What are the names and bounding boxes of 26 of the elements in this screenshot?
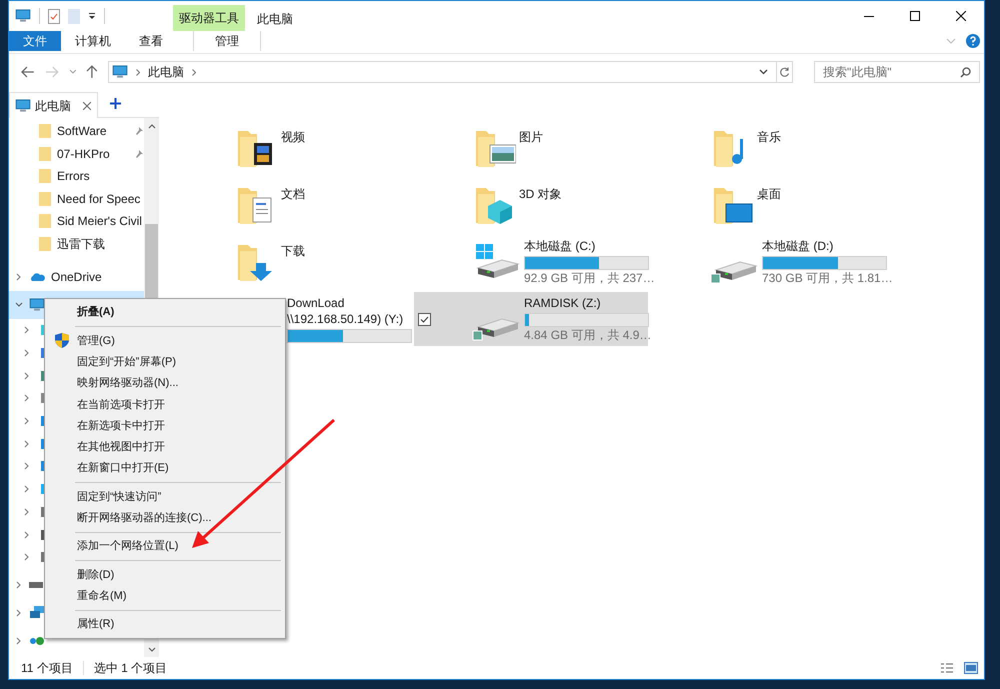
drive-name: DownLoad <box>287 296 346 310</box>
drive-name: 本地磁盘 (D:) <box>762 238 834 254</box>
drive-name: RAMDISK (Z:) <box>524 296 602 310</box>
tree-item-label: Sid Meier's Civil <box>57 213 142 230</box>
tab-label: 此电脑 <box>35 98 71 114</box>
folder-name: 音乐 <box>757 129 781 146</box>
folder-name: 图片 <box>519 129 543 146</box>
folder-name: 下载 <box>281 243 305 260</box>
tree-item-label: OneDrive <box>51 269 102 286</box>
folder-name: 文档 <box>281 186 305 203</box>
tree-item-label: SoftWare <box>57 123 107 140</box>
drive-path: \\192.168.50.149) (Y:) <box>287 312 404 326</box>
free-space: 730 GB 可用，共 1.81… <box>762 270 893 286</box>
context-tab-group: 驱动器工具 <box>173 5 245 31</box>
folder-name: 桌面 <box>757 186 781 203</box>
item-count: 11 个项目 <box>21 660 73 677</box>
drive-name: 本地磁盘 (C:) <box>524 238 596 254</box>
window-title: 此电脑 <box>257 11 293 28</box>
tree-item-label: 07-HKPro <box>57 146 110 163</box>
selection-count: 选中 1 个项目 <box>94 660 168 677</box>
folder-name: 3D 对象 <box>519 186 562 203</box>
free-space: 92.9 GB 可用，共 237… <box>524 270 655 286</box>
folder-name: 视频 <box>281 129 305 146</box>
tree-item-label: 迅雷下载 <box>57 236 105 253</box>
tree-item-label: Need for Speec <box>57 190 140 208</box>
tree-item-label: Errors <box>57 168 90 186</box>
